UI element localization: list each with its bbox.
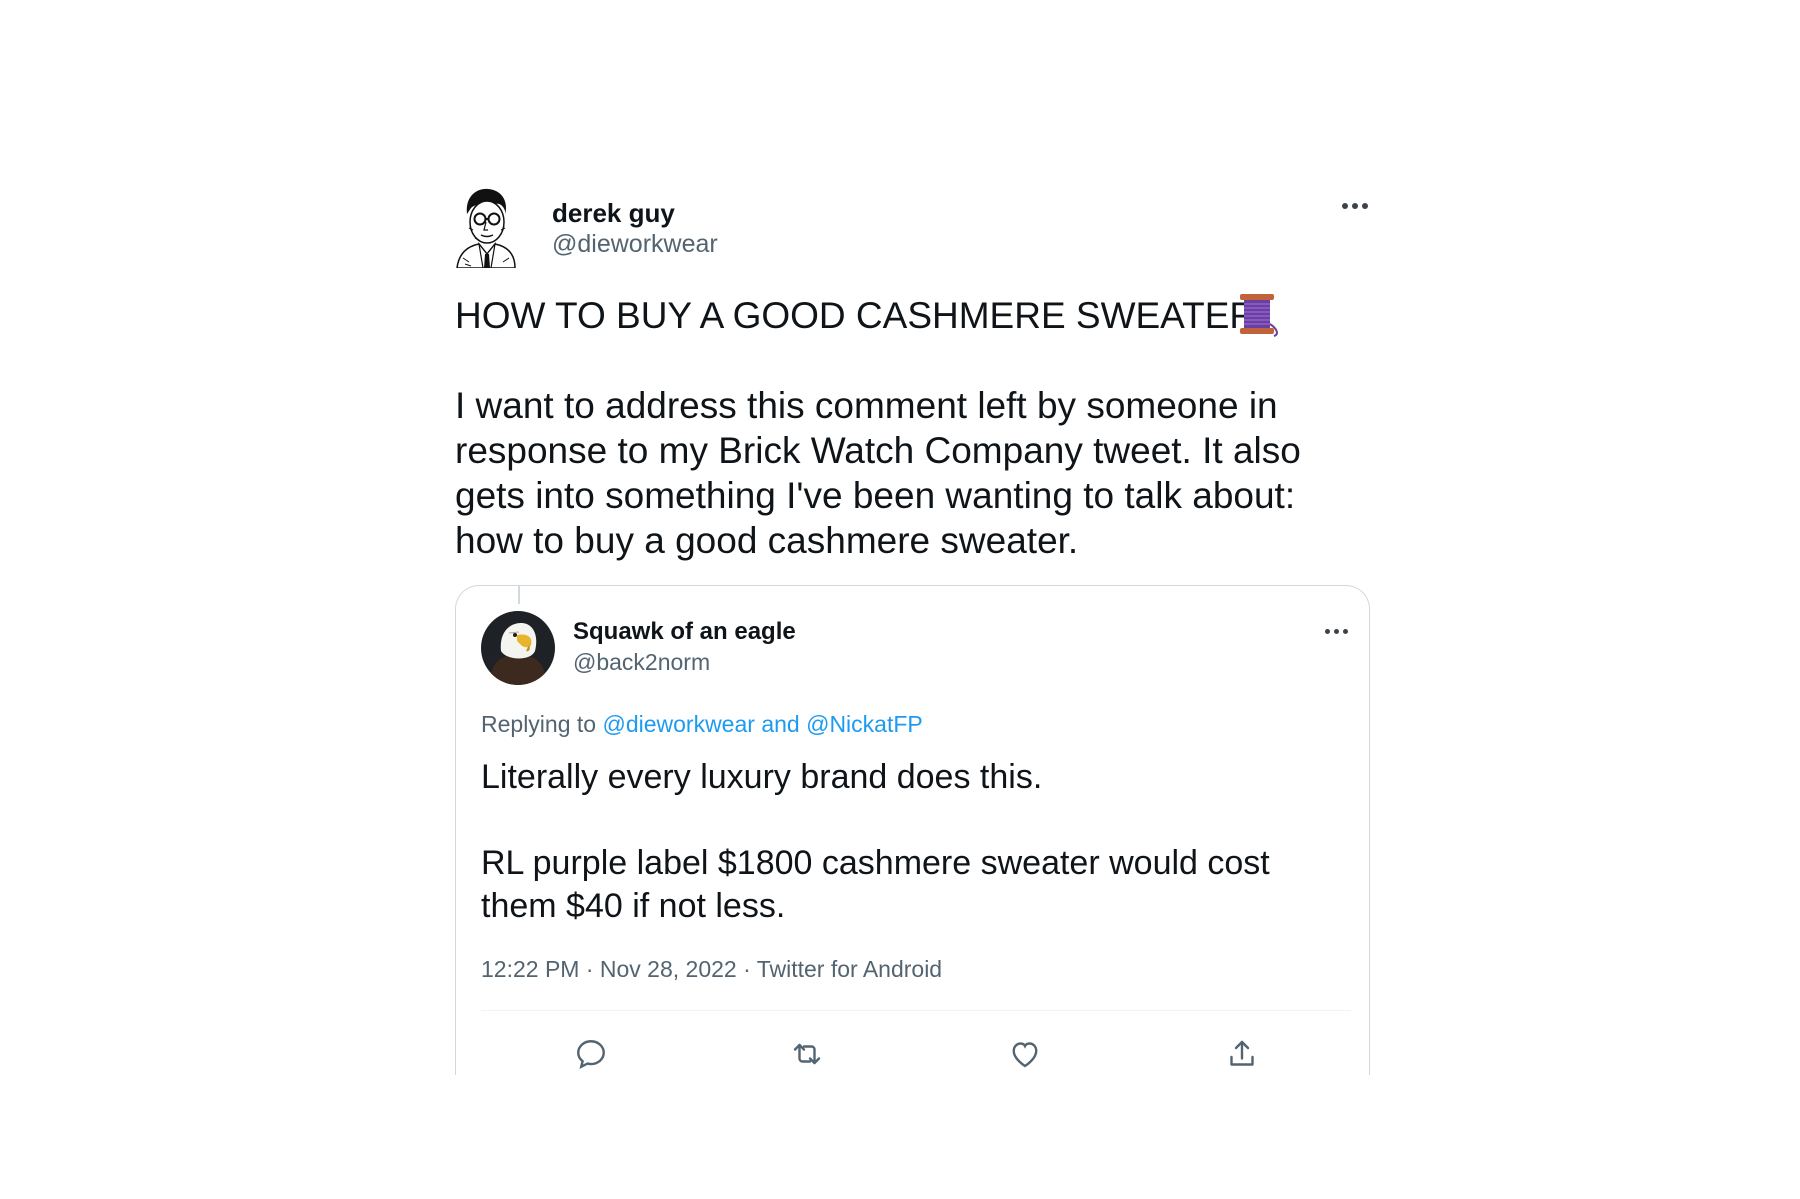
- reply-icon[interactable]: [573, 1036, 609, 1072]
- quoted-author-name[interactable]: Squawk of an eagle: [573, 618, 796, 646]
- mention-link-nickatfp[interactable]: @NickatFP: [806, 711, 923, 737]
- author-avatar[interactable]: [455, 188, 517, 268]
- main-tweet: derek guy @dieworkwear HOW TO BUY A GOOD…: [455, 188, 1370, 561]
- like-icon[interactable]: [1007, 1036, 1043, 1072]
- thread-spool-emoji-icon: [1240, 294, 1278, 337]
- mention-link-dieworkwear[interactable]: @dieworkwear: [602, 711, 754, 737]
- bald-eagle-icon: [481, 611, 555, 685]
- more-options-icon[interactable]: [1340, 200, 1370, 214]
- replying-prefix: Replying to: [481, 711, 603, 737]
- share-icon[interactable]: [1224, 1036, 1260, 1072]
- replying-to: Replying to @dieworkwear and @NickatFP: [481, 711, 923, 738]
- mention-link-and[interactable]: and: [755, 711, 806, 737]
- tweet-timestamp-source[interactable]: 12:22 PM · Nov 28, 2022 · Twitter for An…: [481, 956, 942, 983]
- quoted-author-avatar[interactable]: [481, 611, 555, 685]
- tweet-text: HOW TO BUY A GOOD CASHMERE SWEATER I wan…: [455, 293, 1370, 563]
- author-handle[interactable]: @dieworkwear: [552, 230, 718, 259]
- tweet-header: derek guy @dieworkwear: [455, 188, 1370, 268]
- quoted-tweet-text: Literally every luxury brand does this. …: [481, 758, 1270, 925]
- thread-line: [518, 586, 520, 604]
- tweet-body: HOW TO BUY A GOOD CASHMERE SWEATER I wan…: [455, 295, 1301, 561]
- retweet-icon[interactable]: [789, 1036, 825, 1072]
- quoted-more-options-icon[interactable]: [1323, 626, 1351, 638]
- quoted-author-handle[interactable]: @back2norm: [573, 649, 710, 676]
- divider: [481, 1010, 1351, 1011]
- quoted-tweet[interactable]: Squawk of an eagle @back2norm Replying t…: [455, 585, 1370, 1075]
- author-name[interactable]: derek guy: [552, 198, 675, 229]
